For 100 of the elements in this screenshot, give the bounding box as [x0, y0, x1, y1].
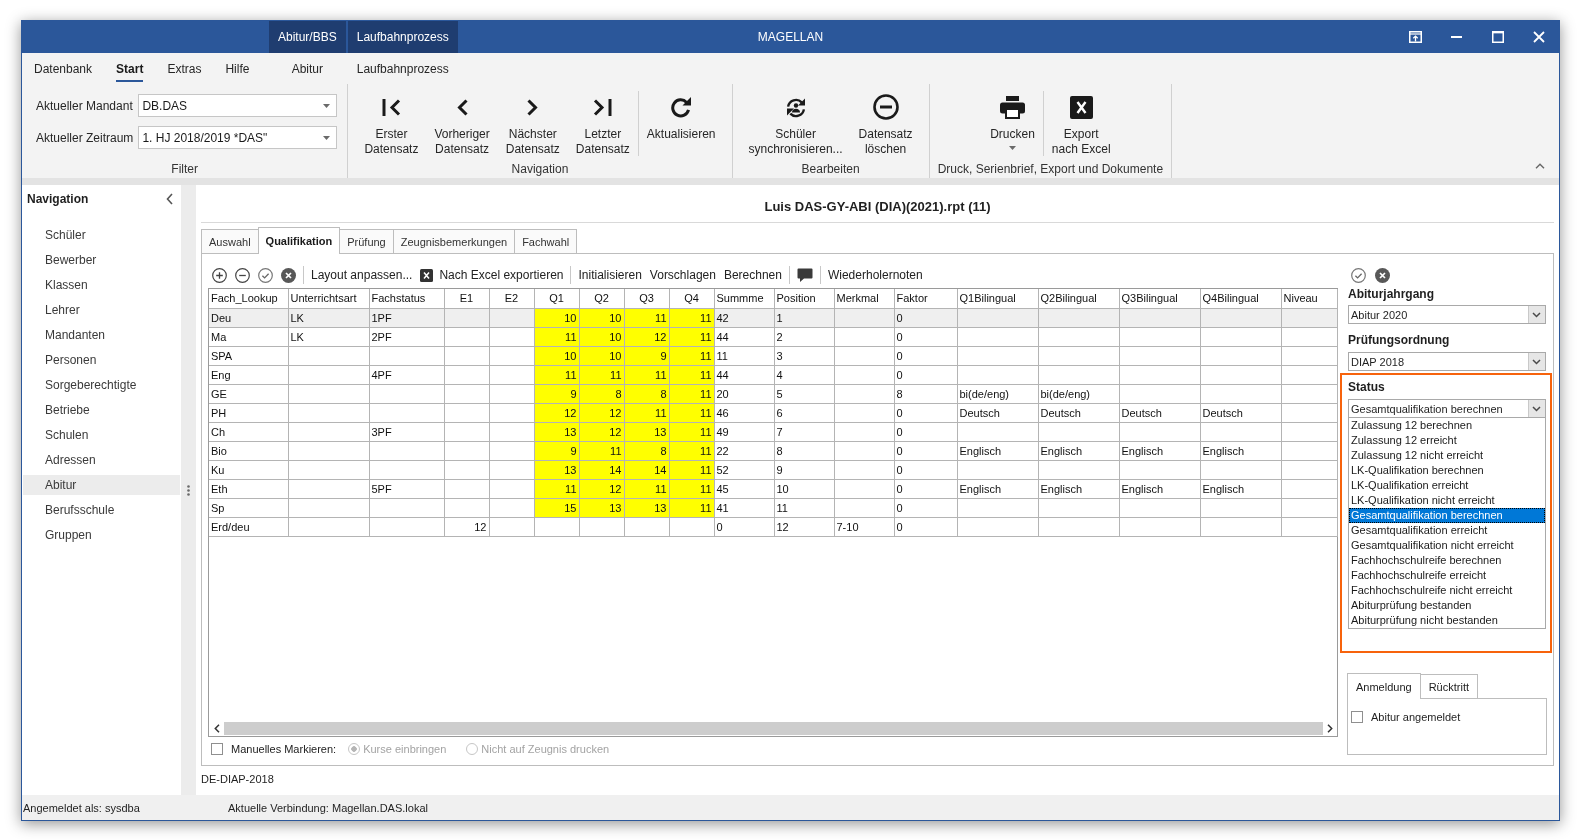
- caret-icon: [323, 103, 331, 108]
- chevron-down-icon[interactable]: [1528, 306, 1545, 323]
- close-icon[interactable]: [1532, 31, 1545, 43]
- x-circle-icon[interactable]: [281, 267, 296, 283]
- chevron-down-icon[interactable]: [1528, 353, 1545, 370]
- nav-item[interactable]: Klassen: [23, 275, 180, 295]
- nav-item[interactable]: Bewerber: [23, 250, 180, 270]
- toolbar-button[interactable]: Wiederholernoten: [827, 268, 923, 282]
- table-cell: Englisch: [1200, 479, 1281, 498]
- combo-box[interactable]: 1. HJ 2018/2019 *DAS": [138, 126, 338, 149]
- ribbon-button[interactable]: Drucken: [982, 84, 1043, 160]
- list-option[interactable]: Gesamtqualifikation nicht erreicht: [1349, 538, 1545, 553]
- ribbon-button[interactable]: Aktualisieren: [638, 84, 724, 160]
- speech-bubble-icon[interactable]: [796, 268, 813, 282]
- combo-box[interactable]: DB.DAS: [138, 94, 338, 117]
- group-label: Filter: [170, 161, 199, 178]
- tab[interactable]: Rücktritt: [1419, 674, 1478, 698]
- ribbon-tab[interactable]: Laufbahnprozess: [347, 53, 458, 84]
- check-circle-icon[interactable]: [1351, 267, 1366, 283]
- table-cell: 2PF: [369, 327, 444, 346]
- list-option[interactable]: LK-Qualifikation nicht erreicht: [1349, 493, 1545, 508]
- table-cell: 44: [714, 327, 774, 346]
- minus-circle-icon: [872, 94, 899, 120]
- list-option[interactable]: Abiturprüfung nicht bestanden: [1349, 613, 1545, 628]
- nav-item[interactable]: Abitur: [23, 475, 180, 495]
- checkbox[interactable]: [1351, 711, 1363, 723]
- check-circle-icon[interactable]: [258, 267, 273, 283]
- list-option[interactable]: LK-Qualifikation berechnen: [1349, 463, 1545, 478]
- nav-item[interactable]: Personen: [23, 350, 180, 370]
- toolbar-button[interactable]: Berechnen: [723, 268, 782, 282]
- chevron-down-icon[interactable]: [1528, 400, 1545, 417]
- table-cell: Englisch: [1038, 441, 1119, 460]
- list-option[interactable]: Abiturprüfung bestanden: [1349, 598, 1545, 613]
- list-option[interactable]: Gesamtqualifikation erreicht: [1349, 523, 1545, 538]
- nav-item[interactable]: Schulen: [23, 425, 180, 445]
- plus-circle-icon[interactable]: [212, 267, 227, 283]
- column-header: Q1Bilingual: [957, 289, 1038, 308]
- column-header: Niveau: [1281, 289, 1337, 308]
- nav-item[interactable]: Lehrer: [23, 300, 180, 320]
- list-option[interactable]: Zulassung 12 nicht erreicht: [1349, 448, 1545, 463]
- chevron-left-icon[interactable]: [166, 193, 173, 205]
- tab[interactable]: Prüfung: [339, 229, 394, 253]
- column-header: Q1: [534, 289, 579, 308]
- ribbon-tab[interactable]: Datenbank: [22, 53, 105, 84]
- table-cell: 3PF: [369, 422, 444, 441]
- nav-item[interactable]: Adressen: [23, 450, 180, 470]
- box-arrow-up-icon[interactable]: [1409, 31, 1422, 43]
- tab[interactable]: Qualifikation: [257, 227, 341, 254]
- combo-box[interactable]: Abitur 2020: [1348, 305, 1546, 324]
- toolbar-button[interactable]: Vorschlagen: [649, 268, 716, 282]
- list-option[interactable]: Zulassung 12 erreicht: [1349, 433, 1545, 448]
- combo-box[interactable]: DIAP 2018: [1348, 352, 1546, 371]
- x-square-icon: [1069, 95, 1093, 119]
- minus-circle-icon[interactable]: [235, 267, 250, 283]
- x-circle-icon[interactable]: [1375, 267, 1390, 283]
- list-option[interactable]: Fachhochschulreife erreicht: [1349, 568, 1545, 583]
- nav-item[interactable]: Betriebe: [23, 400, 180, 420]
- nav-item[interactable]: Schüler: [23, 225, 180, 245]
- nav-item[interactable]: Sorgeberechtigte: [23, 375, 180, 395]
- tab[interactable]: Auswahl: [201, 229, 259, 253]
- ribbon-button[interactable]: Nächster Datensatz: [497, 84, 568, 160]
- ribbon-tab[interactable]: Hilfe: [213, 53, 262, 84]
- grip-icon[interactable]: [187, 484, 190, 496]
- table-cell: 6: [774, 403, 834, 422]
- table-cell: 4: [774, 365, 834, 384]
- ribbon-button[interactable]: Export nach Excel: [1043, 84, 1119, 160]
- list-option[interactable]: Fachhochschulreife berechnen: [1349, 553, 1545, 568]
- tab[interactable]: Anmeldung: [1347, 673, 1421, 699]
- ribbon-button[interactable]: Vorheriger Datensatz: [426, 84, 498, 160]
- ribbon-button[interactable]: Datensatz löschen: [850, 84, 921, 160]
- chevron-right-icon[interactable]: [1327, 723, 1333, 733]
- table-cell: Eth: [209, 479, 288, 498]
- column-header: Summme: [714, 289, 774, 308]
- nav-item[interactable]: Mandanten: [23, 325, 180, 345]
- ribbon-button[interactable]: Schüler synchronisieren...: [740, 84, 851, 160]
- list-option[interactable]: Zulassung 12 berechnen: [1349, 418, 1545, 433]
- chevron-left-icon[interactable]: [214, 723, 220, 733]
- tab[interactable]: Zeugnisbemerkungen: [392, 229, 516, 253]
- nav-item[interactable]: Berufsschule: [23, 500, 180, 520]
- x-square-icon: [420, 268, 434, 282]
- caret-icon: [1009, 146, 1016, 150]
- toolbar-button[interactable]: Initialisieren: [578, 268, 642, 282]
- chevron-up-icon[interactable]: [1535, 163, 1545, 169]
- maximize-icon[interactable]: [1491, 31, 1504, 43]
- checkbox[interactable]: [211, 742, 223, 755]
- ribbon-button[interactable]: Erster Datensatz: [356, 84, 427, 160]
- status-text: Aktuelle Verbindung: Magellan.DAS.lokal: [228, 801, 428, 814]
- ribbon-button[interactable]: Letzter Datensatz: [567, 84, 638, 160]
- ribbon-tab[interactable]: Abitur: [269, 53, 346, 84]
- toolbar-button[interactable]: Nach Excel exportieren: [420, 268, 564, 282]
- tab[interactable]: Fachwahl: [514, 229, 578, 253]
- table-cell: Eng: [209, 365, 288, 384]
- ribbon-tab[interactable]: Extras: [155, 53, 214, 84]
- list-option[interactable]: Gesamtqualifikation berechnen: [1349, 508, 1545, 523]
- table-cell: SPA: [209, 346, 288, 365]
- list-option[interactable]: LK-Qualifikation erreicht: [1349, 478, 1545, 493]
- field-label: Aktueller Mandant: [36, 98, 134, 113]
- toolbar-button[interactable]: Layout anpassen...: [311, 268, 413, 282]
- nav-item[interactable]: Gruppen: [23, 525, 180, 545]
- list-option[interactable]: Fachhochschulreife nicht erreicht: [1349, 583, 1545, 598]
